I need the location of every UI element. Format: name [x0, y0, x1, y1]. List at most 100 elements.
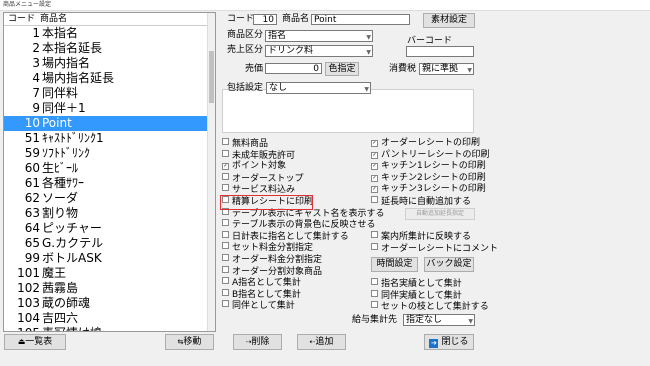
list-scrollbar[interactable] [207, 13, 215, 331]
checkbox-label: 案内所集計に反映する [381, 232, 472, 242]
checkbox-icon[interactable] [371, 278, 378, 285]
list-item[interactable]: 3 場内指名 [4, 56, 207, 71]
barcode-input[interactable] [406, 46, 474, 57]
move-button[interactable]: ⇆移動 [165, 334, 214, 350]
code-label: コード [227, 14, 255, 24]
checkbox-label: A指名として集計 [232, 278, 301, 289]
auto-add-extension-button[interactable]: 自動追加延長指定 [405, 208, 475, 220]
close-button[interactable]: ➔ 閉じる [424, 334, 474, 350]
time-settings-button[interactable]: 時間設定 [371, 257, 418, 272]
checkbox-checked-icon[interactable]: ✓ [371, 186, 378, 194]
list-item[interactable]: 59 ｿﾌﾄﾄﾞﾘﾝｸ [4, 146, 207, 161]
material-settings-button[interactable]: 素材設定 [423, 13, 475, 28]
checkbox-item[interactable]: ✓ パントリーレシートの印刷 [371, 150, 489, 161]
list-button[interactable]: ⏏一覧表 [4, 334, 66, 350]
checkbox-icon[interactable] [222, 230, 229, 238]
list-item[interactable]: 4 場内指名延長 [4, 71, 207, 86]
list-item[interactable]: 62 ソーダ [4, 191, 207, 206]
list-item[interactable]: 65 G.カクテル [4, 236, 207, 251]
checkbox-item[interactable]: テーブル表示の背景色に反映させる [222, 219, 375, 231]
checkbox-item[interactable]: 同伴として集計 [222, 300, 295, 312]
checkbox-icon[interactable] [222, 265, 229, 273]
checkbox-item[interactable]: オーダー料金分割指定 [222, 254, 322, 266]
checkbox-item[interactable]: ✓ キッチン3レシートの印刷 [371, 184, 486, 195]
list-item[interactable]: 105麦冠情け嶋 [4, 326, 207, 331]
checkbox-icon[interactable] [222, 138, 229, 145]
checkbox-label: サービス料込み [232, 185, 296, 196]
list-item[interactable]: 99 ボトルASK [4, 251, 207, 266]
checkbox-icon[interactable] [371, 242, 378, 250]
tax-select[interactable]: 親に準拠 ▼ [419, 63, 474, 75]
checkbox-item[interactable]: ✓ キッチン1レシートの印刷 [371, 161, 486, 172]
salary-select[interactable]: 指定なし ▼ [403, 314, 475, 326]
checkbox-icon[interactable] [371, 231, 378, 238]
checkbox-icon[interactable] [222, 149, 229, 157]
color-button[interactable]: 色指定 [325, 62, 359, 76]
checkbox-icon[interactable] [222, 184, 229, 192]
scrollbar-thumb[interactable] [209, 51, 214, 103]
checkbox-checked-icon[interactable]: ✓ [222, 163, 229, 171]
checkbox-icon[interactable] [371, 196, 378, 203]
list-item-name: G.カクテル [42, 236, 104, 250]
delete-button[interactable]: ⇢削除 [233, 334, 282, 350]
checkbox-icon[interactable] [371, 289, 378, 297]
checkbox-checked-icon[interactable]: ✓ [371, 174, 378, 182]
checkbox-icon[interactable] [222, 288, 229, 296]
checkbox-icon[interactable] [222, 300, 229, 308]
checkbox-item[interactable]: B指名として集計 [222, 288, 301, 301]
checkbox-item[interactable]: A指名として集計 [222, 277, 301, 289]
checkbox-icon[interactable] [222, 277, 229, 285]
checkbox-item[interactable]: 未成年販売許可 [222, 149, 295, 162]
list-item[interactable]: 64 ピッチャー [4, 221, 207, 236]
list-item[interactable]: 10 Point [4, 116, 207, 131]
back-settings-button[interactable]: バック設定 [424, 257, 474, 272]
checkbox-icon[interactable] [222, 242, 229, 250]
code-input[interactable]: 10 [253, 14, 277, 25]
checkbox-item[interactable]: 指名実績として集計 [371, 278, 462, 290]
list-item[interactable]: 102 茜霧島 [4, 281, 207, 296]
list-item[interactable]: 63 割り物 [4, 206, 207, 221]
name-input[interactable]: Point [311, 14, 410, 25]
list-item-name: 同伴料 [42, 86, 79, 100]
checkbox-icon[interactable] [222, 172, 229, 180]
checkbox-checked-icon[interactable]: ✓ [371, 163, 378, 171]
list-item[interactable]: 9 同伴＋1 [4, 101, 207, 116]
list-item[interactable]: 61 各種ｻﾜｰ [4, 176, 207, 191]
checkbox-item[interactable]: 日計表に指名として集計する [222, 230, 349, 243]
product-list[interactable]: コード 商品名 1 本指名 2 本指名延長 3 場内指名 4 場内指名延長 7 同伴料 9 同伴＋1 1… [3, 12, 216, 332]
checkbox-item[interactable]: ✓ ポイント対象 [222, 161, 286, 172]
checkbox-item[interactable]: オーダーレシートにコメント [371, 242, 498, 255]
checkbox-label: オーダーストップ [232, 173, 304, 184]
checkbox-item[interactable]: セット料金分割指定 [222, 242, 313, 254]
checkbox-item[interactable]: ✓ キッチン2レシートの印刷 [371, 173, 486, 184]
list-header-name: 商品名 [40, 14, 68, 24]
sales-select[interactable]: ドリンク料 ▼ [265, 45, 373, 57]
checkbox-item[interactable]: 無料商品 [222, 138, 268, 150]
list-item[interactable]: 7 同伴料 [4, 86, 207, 101]
checkbox-icon[interactable] [371, 301, 378, 309]
checkbox-item[interactable]: 案内所集計に反映する [371, 231, 471, 243]
list-item[interactable]: 103 蔵の師魂 [4, 296, 207, 311]
checkbox-icon[interactable] [222, 219, 229, 227]
list-item-code: 4 [32, 71, 40, 85]
price-input[interactable]: 0 [265, 63, 322, 74]
checkbox-item[interactable]: セットの枝として集計する [371, 301, 489, 313]
category-select[interactable]: 指名 ▼ [265, 30, 373, 42]
checkbox-checked-icon[interactable]: ✓ [371, 151, 378, 159]
list-item[interactable]: 2 本指名延長 [4, 41, 207, 56]
list-item[interactable]: 60 生ﾋﾞｰﾙ [4, 161, 207, 176]
list-item[interactable]: 1 本指名 [4, 26, 207, 41]
checkbox-icon[interactable] [222, 254, 229, 261]
list-item[interactable]: 101 魔王 [4, 266, 207, 281]
checkbox-item[interactable]: 同伴実績として集計 [371, 289, 462, 302]
checkbox-item[interactable]: オーダー分割対象商品 [222, 265, 322, 278]
list-item[interactable]: 104 吉四六 [4, 311, 207, 326]
checkbox-item[interactable]: ✓ オーダーレシートの印刷 [371, 138, 480, 149]
list-item[interactable]: 51 ｷｬｽﾄﾄﾞﾘﾝｸ1 [4, 131, 207, 146]
checkbox-item[interactable]: 延長時に自動追加する [371, 196, 471, 208]
package-select[interactable]: なし ▼ [266, 82, 371, 94]
add-button[interactable]: ⇠追加 [297, 334, 346, 350]
checkbox-checked-icon[interactable]: ✓ [371, 140, 378, 147]
list-item-code: 1 [32, 26, 40, 40]
checkbox-item[interactable]: オーダーストップ [222, 172, 304, 185]
